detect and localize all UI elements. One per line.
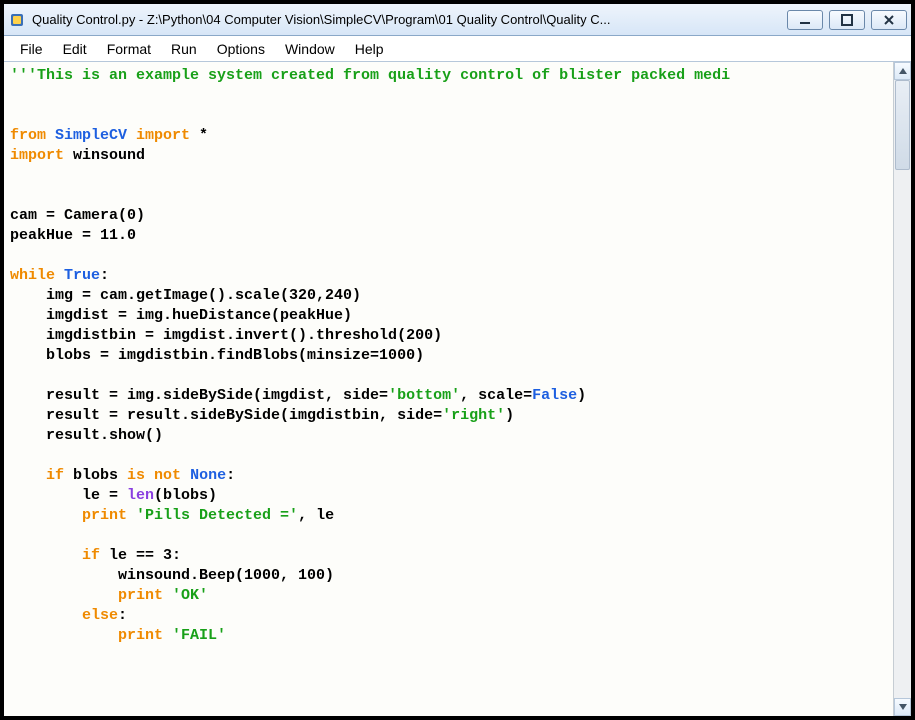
menu-format[interactable]: Format [97, 39, 161, 59]
code-line: if le == 3: [10, 546, 887, 566]
app-window: Quality Control.py - Z:\Python\04 Comput… [0, 0, 915, 720]
menu-options[interactable]: Options [207, 39, 275, 59]
menu-file[interactable]: File [10, 39, 53, 59]
code-line: imgdist = img.hueDistance(peakHue) [10, 306, 887, 326]
window-title: Quality Control.py - Z:\Python\04 Comput… [32, 12, 781, 27]
vertical-scrollbar[interactable] [893, 62, 911, 716]
code-line: winsound.Beep(1000, 100) [10, 566, 887, 586]
menu-help[interactable]: Help [345, 39, 394, 59]
code-line: else: [10, 606, 887, 626]
code-line: import winsound [10, 146, 887, 166]
code-line: result = img.sideBySide(imgdist, side='b… [10, 386, 887, 406]
code-line [10, 186, 887, 206]
close-button[interactable] [871, 10, 907, 30]
maximize-button[interactable] [829, 10, 865, 30]
menu-edit[interactable]: Edit [53, 39, 97, 59]
code-editor[interactable]: '''This is an example system created fro… [4, 62, 893, 716]
scroll-up-button[interactable] [894, 62, 911, 80]
code-line: result.show() [10, 426, 887, 446]
code-line: if blobs is not None: [10, 466, 887, 486]
code-line: while True: [10, 266, 887, 286]
window-buttons [787, 10, 907, 30]
code-line [10, 246, 887, 266]
menu-window[interactable]: Window [275, 39, 345, 59]
code-line: from SimpleCV import * [10, 126, 887, 146]
code-line: cam = Camera(0) [10, 206, 887, 226]
code-line: img = cam.getImage().scale(320,240) [10, 286, 887, 306]
code-line: '''This is an example system created fro… [10, 66, 887, 86]
code-line: print 'FAIL' [10, 626, 887, 646]
code-line [10, 106, 887, 126]
titlebar: Quality Control.py - Z:\Python\04 Comput… [4, 4, 911, 36]
code-line [10, 526, 887, 546]
code-line: imgdistbin = imgdist.invert().threshold(… [10, 326, 887, 346]
code-line [10, 446, 887, 466]
code-line [10, 166, 887, 186]
scroll-thumb[interactable] [895, 80, 910, 170]
code-line: le = len(blobs) [10, 486, 887, 506]
minimize-button[interactable] [787, 10, 823, 30]
code-line: result = result.sideBySide(imgdistbin, s… [10, 406, 887, 426]
code-line [10, 86, 887, 106]
app-icon [8, 11, 26, 29]
code-line: print 'Pills Detected =', le [10, 506, 887, 526]
scroll-track[interactable] [894, 80, 911, 698]
menubar: File Edit Format Run Options Window Help [4, 36, 911, 62]
menu-run[interactable]: Run [161, 39, 207, 59]
editor-area: '''This is an example system created fro… [4, 62, 911, 716]
code-line: peakHue = 11.0 [10, 226, 887, 246]
code-line: print 'OK' [10, 586, 887, 606]
code-line [10, 366, 887, 386]
code-line: blobs = imgdistbin.findBlobs(minsize=100… [10, 346, 887, 366]
scroll-down-button[interactable] [894, 698, 911, 716]
